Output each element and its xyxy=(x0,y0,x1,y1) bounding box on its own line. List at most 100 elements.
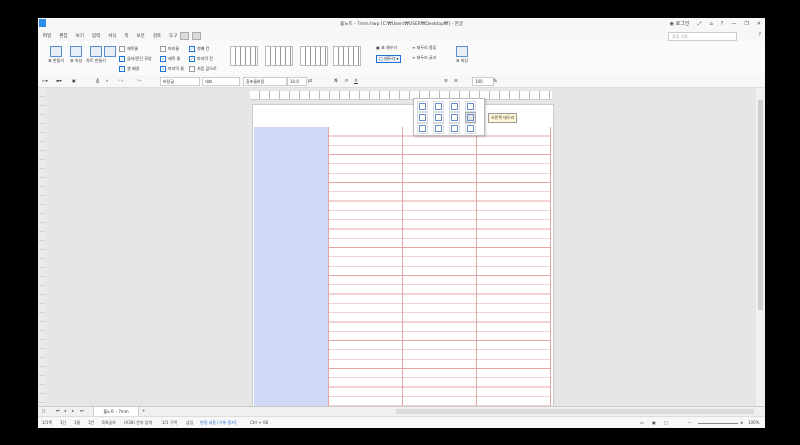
border-vertical-option[interactable] xyxy=(433,123,444,134)
menu-help-icon[interactable]: ? xyxy=(758,32,761,38)
style-select[interactable]: 바탕글 xyxy=(160,77,200,86)
border-bottom-option[interactable] xyxy=(449,112,460,123)
zoom-out-icon[interactable]: − xyxy=(688,420,691,425)
font-select[interactable]: 함초롬바탕 xyxy=(243,77,287,86)
check-last-col[interactable]: ✓ 마지막 칸 xyxy=(189,56,213,62)
border-type-icon: ≡ xyxy=(412,45,416,50)
prev-page-icon[interactable]: ◂ xyxy=(64,408,66,413)
minimize-icon[interactable]: — xyxy=(731,21,736,27)
horizontal-scrollbar[interactable] xyxy=(396,409,754,414)
table-create-button[interactable]: 표 만들기 xyxy=(46,44,66,64)
table-style-1[interactable] xyxy=(230,46,258,66)
border-thickness-button[interactable]: ≡ 테두리 굵기 xyxy=(412,55,436,61)
menu-insert[interactable]: 입력 xyxy=(92,33,100,39)
check-title-line[interactable]: ✓ 제목 줄 xyxy=(160,56,180,62)
last-page-icon[interactable]: ⏭ xyxy=(80,408,84,413)
check-last-row[interactable]: ✓ 마지막 줄 xyxy=(160,66,184,72)
view-normal-icon[interactable]: ▭ xyxy=(640,420,644,425)
document-page[interactable] xyxy=(252,104,554,408)
underline-button[interactable]: 가 xyxy=(354,77,358,84)
selected-column[interactable] xyxy=(254,127,328,407)
menu-page[interactable]: 쪽 xyxy=(124,33,128,39)
border-left-icon xyxy=(419,114,426,121)
pin-icon[interactable]: ⌂ xyxy=(709,21,712,27)
border-diagonal-down-option[interactable] xyxy=(449,123,460,134)
scroll-thumb[interactable] xyxy=(758,100,763,310)
next-page-icon[interactable]: ▸ xyxy=(72,408,74,413)
check-header-row[interactable]: 머리줄 xyxy=(160,46,179,52)
status-insert[interactable]: 삽입 xyxy=(186,420,193,426)
check-first-col[interactable]: ✓ 첫째 칸 xyxy=(189,46,209,52)
font-size-input[interactable]: 10.0 xyxy=(287,77,307,86)
table-properties-button[interactable]: 표 속성 xyxy=(66,44,86,64)
restore-icon[interactable]: ❐ xyxy=(744,21,748,27)
close-icon[interactable]: ✕ xyxy=(757,21,761,27)
line-spacing-input[interactable]: 100 xyxy=(472,77,494,86)
vertical-scrollbar[interactable] xyxy=(756,88,765,406)
document-table[interactable] xyxy=(254,127,551,407)
print-icon[interactable]: ⎙ xyxy=(96,77,99,84)
status-bar: 1/1쪽 1단 1줄 1칸 0/0글자 (A38) 문자 입력 1/1 구역 삽… xyxy=(38,416,765,428)
border-top-icon xyxy=(435,114,442,121)
unit-select[interactable]: pt xyxy=(308,77,312,84)
redo-icon[interactable]: ↷▾ xyxy=(136,77,141,84)
help-icon[interactable]: ? xyxy=(721,21,724,27)
border-dropdown-button[interactable]: □ 테두리 ▾ xyxy=(376,55,402,63)
new-doc-icon[interactable]: ▭▾ xyxy=(42,77,48,84)
border-cross-option[interactable] xyxy=(449,101,460,112)
table-style-4[interactable] xyxy=(333,46,361,66)
fill-button[interactable]: ▣ 표 채우기 xyxy=(376,45,397,51)
open-doc-icon[interactable]: ▬▾ xyxy=(56,77,62,84)
bold-button[interactable]: 가 xyxy=(334,77,338,84)
menu-review[interactable]: 검토 xyxy=(153,33,161,39)
menu-search-input[interactable]: 찾을 내용 xyxy=(668,32,737,41)
menu-view[interactable]: 보기 xyxy=(76,33,84,39)
table-style-3[interactable] xyxy=(300,46,328,66)
check-char-para[interactable]: ✓ 글자/문단 모양 xyxy=(119,56,152,62)
table-layout-tab-icon[interactable] xyxy=(192,32,202,40)
border-outside-option[interactable] xyxy=(465,101,476,112)
italic-button[interactable]: 가 xyxy=(344,77,348,84)
view-page-icon[interactable]: ▣ xyxy=(652,420,656,425)
border-all-icon xyxy=(419,103,426,110)
menu-file[interactable]: 파일 xyxy=(43,33,51,39)
comment-icon[interactable]: ◻ xyxy=(42,408,45,413)
status-track-changes[interactable]: 변경 내용 [기록 중지] xyxy=(200,420,236,426)
check-title-row[interactable]: 제목줄 xyxy=(119,46,138,52)
menu-security[interactable]: 보안 xyxy=(137,33,145,39)
add-tab-icon[interactable]: + xyxy=(142,408,145,413)
menu-edit[interactable]: 편집 xyxy=(59,33,67,39)
border-diagonal-up-option[interactable] xyxy=(465,123,476,134)
first-page-icon[interactable]: ⏮ xyxy=(56,408,60,413)
menu-format[interactable]: 서식 xyxy=(108,33,116,39)
align-justify-icon[interactable]: ☰ xyxy=(444,77,448,84)
check-cell-bg[interactable]: ✓ 셀 배경 xyxy=(119,66,139,72)
border-left-option[interactable] xyxy=(417,112,428,123)
percent-label: % xyxy=(493,78,497,83)
check-reset[interactable]: 처음 값으로 xyxy=(189,66,217,72)
language-select[interactable]: 대표 xyxy=(202,77,240,86)
zoom-slider[interactable] xyxy=(698,423,738,424)
border-right-option[interactable] xyxy=(465,112,476,123)
undo-icon[interactable]: ↶▾ xyxy=(118,77,123,84)
border-horizontal-option[interactable] xyxy=(417,123,428,134)
border-type-button[interactable]: ≡ 테두리 종류 xyxy=(412,45,436,51)
status-page: 1/1쪽 xyxy=(42,420,53,425)
save-icon[interactable]: ▣ xyxy=(72,77,76,84)
table-style-2[interactable] xyxy=(265,46,293,66)
login-button[interactable]: ◉ 로그인 xyxy=(670,20,690,27)
menu-tools[interactable]: 도구 xyxy=(169,33,177,39)
border-inside-option[interactable] xyxy=(433,101,444,112)
border-top-option[interactable] xyxy=(433,112,444,123)
border-all-option[interactable] xyxy=(417,101,428,112)
table-design-tab-icon[interactable] xyxy=(180,32,190,40)
table-extra-button[interactable]: 표 마당 xyxy=(452,44,472,64)
border-thickness-icon: ≡ xyxy=(412,55,416,60)
table-cell-button[interactable] xyxy=(100,44,120,58)
preview-icon[interactable]: ⌕ xyxy=(106,77,108,84)
align-left-icon[interactable]: ☰ xyxy=(454,77,458,84)
zoom-in-icon[interactable]: ⊕ xyxy=(740,420,743,425)
chevron-down-icon: ▾ xyxy=(396,56,399,61)
fullscreen-icon[interactable]: ⤢ xyxy=(697,21,701,27)
view-web-icon[interactable]: ▢ xyxy=(664,420,668,425)
